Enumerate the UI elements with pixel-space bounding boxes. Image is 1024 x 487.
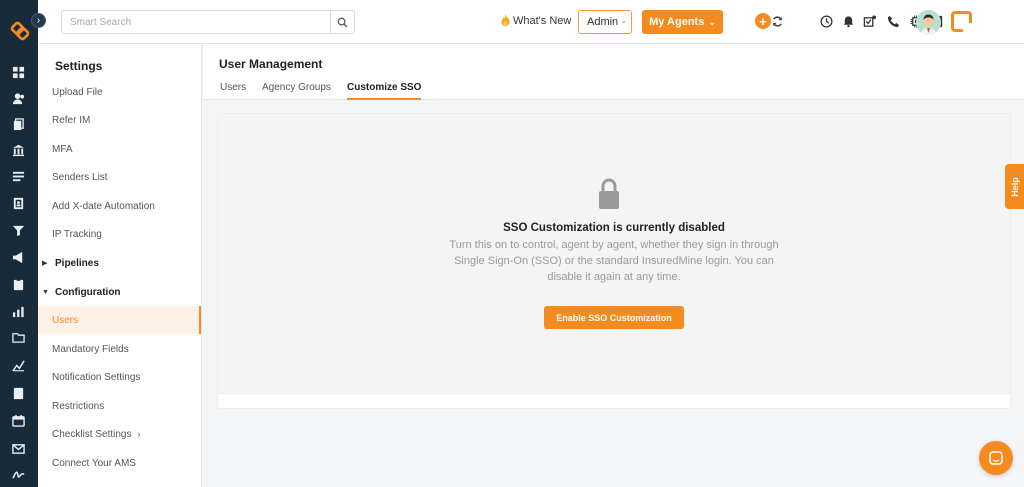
chevron-right-icon: ›	[137, 429, 141, 439]
megaphone-icon[interactable]	[11, 250, 25, 264]
quick-add-button[interactable]: +	[755, 13, 771, 29]
search-input[interactable]	[62, 11, 327, 33]
dashboard-icon[interactable]	[11, 65, 25, 79]
chevron-down-icon: ⌄	[620, 16, 627, 25]
page-title: User Management	[219, 57, 323, 71]
search-icon[interactable]	[330, 11, 354, 33]
settings-item-upload-file[interactable]: Upload File	[38, 78, 201, 106]
avatar[interactable]	[916, 10, 941, 35]
clipboard-icon[interactable]	[11, 277, 25, 291]
settings-item-users[interactable]: Users	[38, 306, 201, 334]
settings-item-senders-list[interactable]: Senders List	[38, 163, 201, 191]
settings-group-pipelines[interactable]: ▶ Pipelines	[38, 249, 201, 277]
settings-sidebar: Settings Upload File Refer IM MFA Sender…	[38, 44, 202, 487]
icon-rail	[0, 0, 38, 487]
signature-icon[interactable]	[11, 467, 25, 481]
sso-card-footer	[217, 394, 1011, 409]
fire-icon	[501, 14, 510, 27]
settings-item-connect-your-ams[interactable]: Connect Your AMS	[38, 449, 201, 477]
my-agents-label: My Agents	[649, 16, 705, 28]
tasks-icon[interactable]	[862, 14, 876, 28]
settings-item-restrictions[interactable]: Restrictions	[38, 392, 201, 420]
help-tab[interactable]: Help	[1005, 164, 1024, 209]
settings-group-label: Pipelines	[55, 257, 99, 269]
settings-item-add-x-date-automation[interactable]: Add X-date Automation	[38, 192, 201, 220]
contact-card-icon[interactable]	[11, 196, 25, 210]
chat-icon	[989, 451, 1003, 465]
notes-icon[interactable]	[11, 386, 25, 400]
phone-icon[interactable]	[886, 14, 900, 28]
institution-icon[interactable]	[11, 143, 25, 157]
contacts-icon[interactable]	[11, 91, 25, 105]
settings-title: Settings	[55, 59, 103, 73]
role-select-value: Admin	[587, 16, 619, 28]
calendar-icon[interactable]	[11, 413, 25, 427]
whats-new-link[interactable]: What's New	[500, 14, 571, 27]
expand-sidebar-chevron-icon[interactable]: ›	[31, 13, 46, 28]
help-label: Help	[1009, 176, 1020, 197]
bell-icon[interactable]	[841, 14, 855, 28]
main-header: User Management Users Agency Groups Cust…	[203, 44, 1024, 100]
list-icon[interactable]	[11, 169, 25, 183]
settings-item-refer-im[interactable]: Refer IM	[38, 106, 201, 134]
settings-group-label: Configuration	[55, 286, 121, 298]
tab-agency-groups[interactable]: Agency Groups	[262, 82, 331, 100]
documents-icon[interactable]	[11, 117, 25, 131]
funnel-icon[interactable]	[11, 223, 25, 237]
sso-status-title: SSO Customization is currently disabled	[503, 222, 725, 234]
analytics-icon[interactable]	[11, 358, 25, 372]
tab-customize-sso[interactable]: Customize SSO	[347, 82, 422, 100]
chevron-down-icon: ▼	[42, 288, 49, 296]
my-agents-button[interactable]: My Agents ⌄	[642, 10, 723, 34]
chevron-right-icon: ▶	[42, 260, 48, 267]
settings-item-mfa[interactable]: MFA	[38, 135, 201, 163]
enable-sso-button[interactable]: Enable SSO Customization	[544, 306, 684, 329]
insuredmine-logo-icon[interactable]	[9, 20, 31, 42]
role-select[interactable]: Admin ⌄	[578, 10, 632, 34]
settings-item-checklist-settings[interactable]: Checklist Settings ›	[38, 420, 201, 448]
settings-item-ip-tracking[interactable]: IP Tracking	[38, 220, 201, 248]
folder-icon[interactable]	[11, 330, 25, 344]
settings-item-label: Checklist Settings	[52, 428, 132, 440]
tab-users[interactable]: Users	[220, 82, 246, 100]
settings-group-configuration[interactable]: ▼ Configuration	[38, 278, 201, 306]
mail-icon[interactable]	[11, 441, 25, 455]
whats-new-label: What's New	[513, 14, 572, 27]
smart-search	[61, 10, 355, 34]
refresh-icon[interactable]	[770, 14, 784, 28]
lock-icon	[599, 178, 619, 209]
settings-item-mandatory-fields[interactable]: Mandatory Fields	[38, 335, 201, 363]
settings-item-notification-settings[interactable]: Notification Settings	[38, 363, 201, 391]
sso-description: Turn this on to control, agent by agent,…	[449, 239, 779, 283]
brand-logo-icon[interactable]	[951, 11, 972, 32]
clock-icon[interactable]	[819, 14, 833, 28]
chat-button[interactable]	[979, 441, 1013, 475]
chevron-down-icon: ⌄	[708, 16, 716, 27]
reports-chart-icon[interactable]	[11, 304, 25, 318]
